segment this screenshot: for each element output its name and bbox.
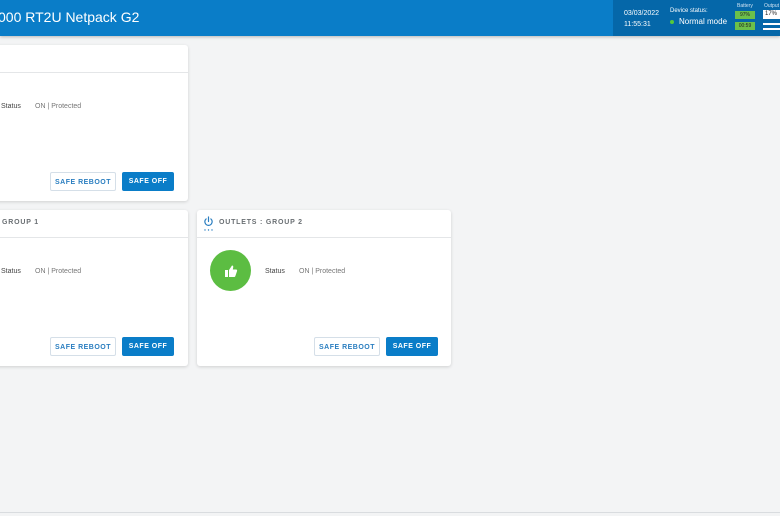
device-mode-text: Normal mode [679, 17, 728, 26]
status-dot-icon [670, 19, 674, 24]
status-label: Status [1, 103, 21, 110]
card-header: GROUP 1 [0, 210, 188, 238]
status-value: ON | Protected [35, 268, 82, 275]
output-bar [763, 23, 780, 25]
page-title: 000 RT2U Netpack G2 [0, 9, 140, 25]
safe-off-button[interactable]: SAFE OFF [122, 337, 174, 356]
card-title: GROUP 1 [2, 219, 39, 226]
safe-off-button[interactable]: SAFE OFF [386, 337, 438, 356]
app-header: 000 RT2U Netpack G2 03/03/2022 11:55:31 … [0, 0, 780, 36]
safe-reboot-button[interactable]: SAFE REBOOT [50, 172, 116, 191]
footer-divider [0, 512, 780, 513]
status-value: ON | Protected [299, 268, 346, 275]
output-label: Output [764, 3, 780, 9]
device-mode: Normal mode [670, 17, 727, 26]
output-percent: 17% [763, 10, 780, 19]
outlet-card-group-1: GROUP 1 Status ON | Protected SAFE REBOO… [0, 210, 188, 366]
status-label: Status [1, 268, 21, 275]
date-text: 03/03/2022 [624, 10, 660, 17]
battery-time: 00:59 [735, 22, 755, 30]
card-header [0, 45, 188, 73]
thumbs-up-icon [224, 265, 237, 277]
outlet-card-main: Status ON | Protected SAFE REBOOT SAFE O… [0, 45, 188, 201]
safe-reboot-button[interactable]: SAFE REBOOT [314, 337, 380, 356]
time-text: 11:55:31 [624, 21, 651, 28]
status-label: Status [265, 268, 285, 275]
power-icon [204, 216, 213, 226]
safe-reboot-button[interactable]: SAFE REBOOT [50, 337, 116, 356]
status-ok-badge [210, 250, 251, 291]
battery-label: Battery [737, 3, 753, 9]
status-value: ON | Protected [35, 103, 82, 110]
dots-icon [204, 229, 213, 231]
device-status-label: Device status: [670, 8, 708, 14]
status-panel: 03/03/2022 11:55:31 Device status: Norma… [613, 0, 780, 36]
card-header: OUTLETS : GROUP 2 [197, 210, 451, 238]
output-bar [763, 28, 780, 30]
datetime: 03/03/2022 11:55:31 [624, 8, 659, 30]
card-title: OUTLETS : GROUP 2 [219, 219, 303, 226]
battery-percent: 97% [735, 11, 755, 19]
outlet-card-group-2: OUTLETS : GROUP 2 Status ON | Protected … [197, 210, 451, 366]
safe-off-button[interactable]: SAFE OFF [122, 172, 174, 191]
